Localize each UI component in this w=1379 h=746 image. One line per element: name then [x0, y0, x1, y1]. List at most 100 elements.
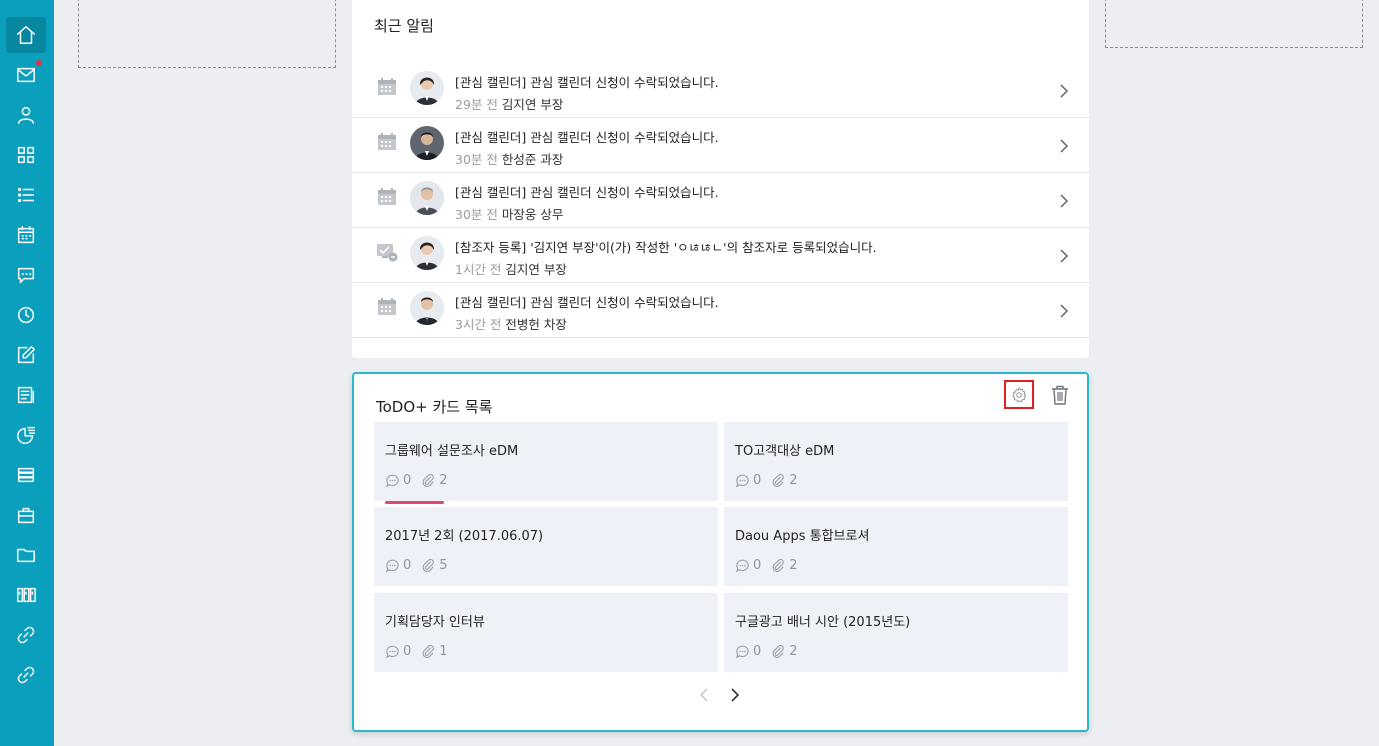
attachment-count: 2 [789, 558, 798, 573]
prev-page-button[interactable] [697, 687, 711, 703]
attachment-count: 2 [439, 473, 448, 488]
todo-card[interactable]: 2017년 2회 (2017.06.07) 0 5 [374, 501, 718, 586]
notification-time: 30분 전 [455, 152, 498, 167]
next-page-button[interactable] [728, 687, 742, 703]
notifications-title: 최근 알림 [374, 17, 434, 35]
notification-meta: 3시간 전 전병헌 차장 [455, 314, 567, 333]
card-meta: 0 1 [385, 644, 448, 659]
gear-icon [1012, 386, 1027, 402]
chevron-right-icon [1060, 84, 1069, 98]
recent-notifications-panel: 최근 알림 [관심 캘린더] 관심 캘린더 신청이 수락되었습니다. 29분 전… [352, 0, 1089, 358]
sidebar-item-work[interactable] [6, 497, 46, 533]
sidebar-item-link-2[interactable] [6, 657, 46, 693]
card-meta: 0 2 [735, 558, 798, 573]
notification-author: 김지연 부장 [501, 97, 564, 112]
notification-item[interactable]: [관심 캘린더] 관심 캘린더 신청이 수락되었습니다. 30분 전 마장웅 상… [352, 173, 1089, 228]
todo-card[interactable]: 기획담당자 인터뷰 0 1 [374, 593, 718, 672]
sidebar-item-board[interactable] [6, 457, 46, 493]
home-icon [17, 26, 35, 44]
sidebar-item-clock[interactable] [6, 297, 46, 333]
notification-time: 1시간 전 [455, 262, 502, 277]
todo-card[interactable]: 구글광고 배너 시안 (2015년도) 0 2 [724, 593, 1068, 672]
card-meta: 0 2 [735, 473, 798, 488]
pie-chart-icon [17, 426, 35, 444]
card-meta: 0 5 [385, 558, 448, 573]
sidebar-item-contacts[interactable] [6, 97, 46, 133]
card-title: 2017년 2회 (2017.06.07) [385, 529, 544, 544]
notification-item[interactable]: [관심 캘린더] 관심 캘린더 신청이 수락되었습니다. 30분 전 한성준 과… [352, 118, 1089, 173]
paperclip-icon [772, 558, 785, 572]
chevron-right-icon [1060, 194, 1069, 208]
comment-count: 0 [753, 558, 762, 573]
card-meta: 0 2 [385, 473, 448, 488]
chat-icon [17, 267, 35, 284]
library-icon [17, 587, 36, 603]
clock-icon [17, 306, 35, 324]
card-meta: 0 2 [735, 644, 798, 659]
attachment-count: 5 [439, 558, 448, 573]
notification-time: 3시간 전 [455, 317, 502, 332]
attachment-count: 2 [789, 644, 798, 659]
avatar [410, 126, 444, 160]
sidebar-item-report[interactable] [6, 377, 46, 413]
paperclip-icon [422, 644, 435, 658]
widget-delete-button[interactable] [1048, 383, 1072, 407]
empty-widget-slot-right[interactable] [1105, 0, 1363, 48]
todo-card[interactable]: Daou Apps 통합브로셔 0 2 [724, 507, 1068, 586]
notification-message: [참조자 등록] '김지연 부장'이(가) 작성한 'ㅇㄶㄶㄴ'의 참조자로 등… [455, 240, 877, 255]
sidebar-item-chat[interactable] [6, 257, 46, 293]
comment-icon [385, 474, 399, 488]
link-icon [17, 626, 35, 644]
sidebar-item-write[interactable] [6, 337, 46, 373]
reference-icon [376, 241, 398, 263]
sidebar [0, 0, 54, 746]
comment-icon [735, 474, 749, 488]
sidebar-item-library[interactable] [6, 577, 46, 613]
notification-item[interactable]: [관심 캘린더] 관심 캘린더 신청이 수락되었습니다. 29분 전 김지연 부… [352, 63, 1089, 118]
comment-count: 0 [403, 473, 412, 488]
notification-meta: 29분 전 김지연 부장 [455, 94, 563, 113]
paperclip-icon [422, 558, 435, 572]
notification-meta: 1시간 전 김지연 부장 [455, 259, 567, 278]
sidebar-item-home[interactable] [6, 17, 46, 53]
calendar-icon [17, 226, 35, 244]
notification-item[interactable]: [관심 캘린더] 관심 캘린더 신청이 수락되었습니다. 3시간 전 전병헌 차… [352, 283, 1089, 338]
sidebar-item-list[interactable] [6, 177, 46, 213]
notification-author: 전병헌 차장 [505, 317, 567, 332]
report-icon [17, 386, 35, 404]
notification-author: 마장웅 상무 [501, 207, 564, 222]
mail-notification-badge [36, 60, 42, 66]
comment-count: 0 [753, 473, 762, 488]
notification-meta: 30분 전 한성준 과장 [455, 149, 563, 168]
card-title: 기획담당자 인터뷰 [385, 615, 485, 630]
calendar-icon [376, 296, 398, 318]
notification-message: [관심 캘린더] 관심 캘린더 신청이 수락되었습니다. [455, 75, 719, 90]
user-icon [17, 106, 35, 124]
chevron-left-icon [700, 688, 708, 702]
attachment-count: 2 [789, 473, 798, 488]
notification-message: [관심 캘린더] 관심 캘린더 신청이 수락되었습니다. [455, 295, 719, 310]
todo-card-list-widget: ToDO+ 카드 목록 그룹웨어 설문조사 eDM 0 2 TO고객대상 eDM… [352, 372, 1089, 732]
notification-author: 김지연 부장 [505, 262, 567, 277]
sidebar-item-apps[interactable] [6, 137, 46, 173]
widget-settings-button[interactable] [1004, 380, 1034, 409]
notification-item[interactable]: [참조자 등록] '김지연 부장'이(가) 작성한 'ㅇㄶㄶㄴ'의 참조자로 등… [352, 228, 1089, 283]
trash-icon [1052, 385, 1068, 405]
sidebar-item-calendar[interactable] [6, 217, 46, 253]
list-icon [17, 187, 35, 203]
chevron-right-icon [1060, 139, 1069, 153]
sidebar-item-survey[interactable] [6, 417, 46, 453]
todo-card[interactable]: 그룹웨어 설문조사 eDM 0 2 [374, 422, 718, 501]
card-title: 구글광고 배너 시안 (2015년도) [735, 615, 911, 630]
empty-widget-slot-left[interactable] [78, 0, 336, 68]
avatar [410, 181, 444, 215]
notification-meta: 30분 전 마장웅 상무 [455, 204, 563, 223]
sidebar-item-files[interactable] [6, 537, 46, 573]
chevron-right-icon [1060, 249, 1069, 263]
todo-card[interactable]: TO고객대상 eDM 0 2 [724, 422, 1068, 501]
calendar-icon [376, 186, 398, 208]
mail-icon [17, 67, 35, 83]
notification-author: 한성준 과장 [501, 152, 564, 167]
comment-count: 0 [403, 644, 412, 659]
sidebar-item-link-1[interactable] [6, 617, 46, 653]
